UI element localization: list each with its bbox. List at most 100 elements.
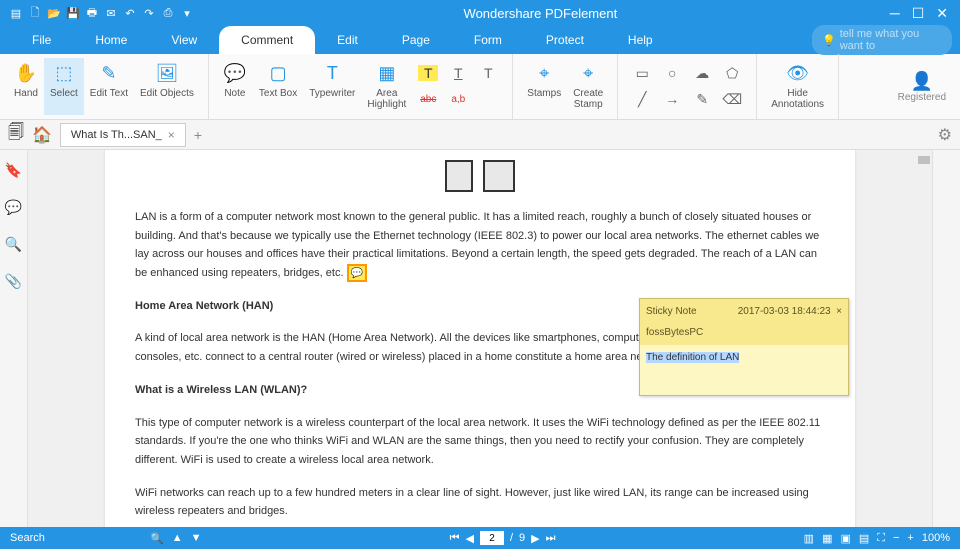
sticky-close-button[interactable]: × bbox=[836, 306, 842, 317]
area-highlight-tool[interactable]: ▦Area Highlight bbox=[361, 58, 412, 115]
bulb-icon: 💡 bbox=[822, 34, 836, 47]
stamps-tool[interactable]: ⌖Stamps bbox=[521, 58, 567, 115]
note-tool[interactable]: 💬Note bbox=[217, 58, 253, 115]
view-continuous-icon[interactable]: ▦ bbox=[822, 532, 832, 545]
qat-new-icon[interactable]: 🗋 bbox=[27, 5, 43, 21]
search-panel-icon[interactable]: 🔍 bbox=[5, 236, 22, 253]
page-separator: / bbox=[510, 532, 513, 544]
qat-mail-icon[interactable]: ✉ bbox=[103, 5, 119, 21]
oval-shape-icon[interactable]: ○ bbox=[662, 65, 682, 81]
edit-objects-tool[interactable]: 🖼Edit Objects bbox=[134, 58, 200, 115]
sticky-title: Sticky Note bbox=[646, 303, 697, 320]
sidebar-toggle-icon[interactable]: 🗐 bbox=[8, 121, 24, 148]
paragraph-1: LAN is a form of a computer network most… bbox=[135, 208, 825, 283]
view-single-icon[interactable]: ▥ bbox=[804, 532, 814, 545]
select-tool[interactable]: ⬚Select bbox=[44, 58, 84, 115]
squiggly-icon[interactable]: T bbox=[478, 65, 498, 81]
strikethrough-icon[interactable]: abc bbox=[418, 94, 438, 105]
zoom-in-button[interactable]: + bbox=[907, 532, 913, 544]
edit-text-tool[interactable]: ✎Edit Text bbox=[84, 58, 134, 115]
settings-icon[interactable]: ⚙ bbox=[938, 125, 952, 145]
prev-page-button[interactable]: ◀ bbox=[466, 532, 474, 545]
view-facing-icon[interactable]: ▣ bbox=[840, 532, 850, 545]
zoom-out-button[interactable]: − bbox=[893, 532, 899, 544]
qat-print-icon[interactable]: 🖶 bbox=[84, 5, 100, 21]
rectangle-shape-icon[interactable]: ▭ bbox=[632, 65, 652, 82]
menu-home[interactable]: Home bbox=[73, 26, 149, 54]
attachments-icon[interactable]: 📎 bbox=[5, 273, 22, 290]
comments-panel-icon[interactable]: 💬 bbox=[5, 199, 22, 216]
caret-icon[interactable]: a,b bbox=[448, 94, 468, 105]
minimize-button[interactable]: ─ bbox=[890, 5, 900, 22]
menu-help[interactable]: Help bbox=[606, 26, 675, 54]
fullscreen-icon[interactable]: ⛶ bbox=[877, 532, 885, 545]
search-input[interactable]: 💡 tell me what you want to bbox=[812, 25, 952, 55]
page-content: LAN is a form of a computer network most… bbox=[105, 150, 855, 545]
app-title: Wondershare PDFelement bbox=[203, 6, 878, 21]
add-tab-button[interactable]: + bbox=[194, 127, 202, 143]
arrow-shape-icon[interactable]: → bbox=[662, 91, 682, 107]
hand-tool[interactable]: ✋Hand bbox=[8, 58, 44, 115]
tab-title: What Is Th...SAN_ bbox=[71, 129, 162, 141]
qat-pdf-icon[interactable]: ⎙ bbox=[160, 5, 176, 21]
document-tab[interactable]: What Is Th...SAN_ × bbox=[60, 123, 186, 147]
hide-annotations-tool[interactable]: 👁Hide Annotations bbox=[765, 58, 830, 115]
note-icon: 💬 bbox=[224, 60, 246, 86]
menu-form[interactable]: Form bbox=[452, 26, 524, 54]
paragraph-3: This type of computer network is a wirel… bbox=[135, 414, 825, 470]
underline-icon[interactable]: T bbox=[448, 65, 468, 81]
next-result-icon[interactable]: ▼ bbox=[191, 532, 202, 545]
menu-edit[interactable]: Edit bbox=[315, 26, 380, 54]
sticky-content[interactable]: The definition of LAN bbox=[640, 345, 848, 395]
line-shape-icon[interactable]: ╱ bbox=[632, 91, 652, 108]
textbox-icon: ▢ bbox=[270, 60, 287, 86]
server-image-2 bbox=[483, 160, 515, 192]
highlight-icon: ▦ bbox=[378, 60, 395, 86]
hide-icon: 👁 bbox=[786, 60, 809, 86]
sticky-timestamp: 2017-03-03 18:44:23 bbox=[738, 306, 831, 317]
bookmarks-icon[interactable]: 🔖 bbox=[5, 162, 22, 179]
text-box-tool[interactable]: ▢Text Box bbox=[253, 58, 303, 115]
next-page-button[interactable]: ▶ bbox=[531, 532, 539, 545]
prev-result-icon[interactable]: ▲ bbox=[172, 532, 183, 545]
menu-view[interactable]: View bbox=[149, 26, 219, 54]
highlight-text-icon[interactable]: T bbox=[418, 65, 438, 81]
account-button[interactable]: 👤 Registered bbox=[884, 54, 960, 119]
close-button[interactable]: ✕ bbox=[936, 5, 948, 22]
document-viewport[interactable]: LAN is a form of a computer network most… bbox=[28, 150, 932, 545]
status-search[interactable]: Search bbox=[10, 532, 110, 544]
menu-comment[interactable]: Comment bbox=[219, 26, 315, 54]
menu-file[interactable]: File bbox=[10, 26, 73, 54]
qat-more-icon[interactable]: ▾ bbox=[179, 5, 195, 21]
qat-undo-icon[interactable]: ↶ bbox=[122, 5, 138, 21]
qat-save-icon[interactable]: 💾 bbox=[65, 5, 81, 21]
home-icon[interactable]: 🏠 bbox=[32, 125, 52, 145]
cloud-shape-icon[interactable]: ☁ bbox=[692, 65, 712, 82]
stamp-icon: ⌖ bbox=[539, 60, 549, 86]
cursor-icon: ⬚ bbox=[55, 60, 72, 86]
typewriter-tool[interactable]: TTypewriter bbox=[303, 58, 361, 115]
tab-close-button[interactable]: × bbox=[168, 128, 175, 142]
menu-page[interactable]: Page bbox=[380, 26, 452, 54]
create-stamp-tool[interactable]: ⌖Create Stamp bbox=[567, 58, 609, 115]
sticky-note-popup[interactable]: Sticky Note 2017-03-03 18:44:23 × fossBy… bbox=[639, 298, 849, 396]
typewriter-icon: T bbox=[327, 60, 338, 86]
menu-protect[interactable]: Protect bbox=[524, 26, 606, 54]
qat-redo-icon[interactable]: ↷ bbox=[141, 5, 157, 21]
polygon-shape-icon[interactable]: ⬠ bbox=[722, 65, 742, 82]
sticky-note-marker[interactable] bbox=[347, 264, 367, 282]
vertical-scrollbar[interactable] bbox=[916, 150, 932, 545]
user-icon: 👤 bbox=[911, 71, 933, 92]
view-cover-icon[interactable]: ▤ bbox=[859, 532, 869, 545]
eraser-shape-icon[interactable]: ⌫ bbox=[722, 91, 742, 108]
app-icon: ▤ bbox=[8, 5, 24, 21]
maximize-button[interactable]: ☐ bbox=[912, 5, 925, 22]
pencil-shape-icon[interactable]: ✎ bbox=[692, 91, 712, 108]
qat-open-icon[interactable]: 📂 bbox=[46, 5, 62, 21]
page-number-input[interactable] bbox=[480, 531, 504, 545]
first-page-button[interactable]: ⏮ bbox=[450, 532, 460, 545]
zoom-level: 100% bbox=[922, 532, 950, 544]
find-icon[interactable]: 🔍 bbox=[150, 532, 164, 545]
last-page-button[interactable]: ⏭ bbox=[546, 532, 556, 545]
page-total: 9 bbox=[519, 532, 525, 544]
